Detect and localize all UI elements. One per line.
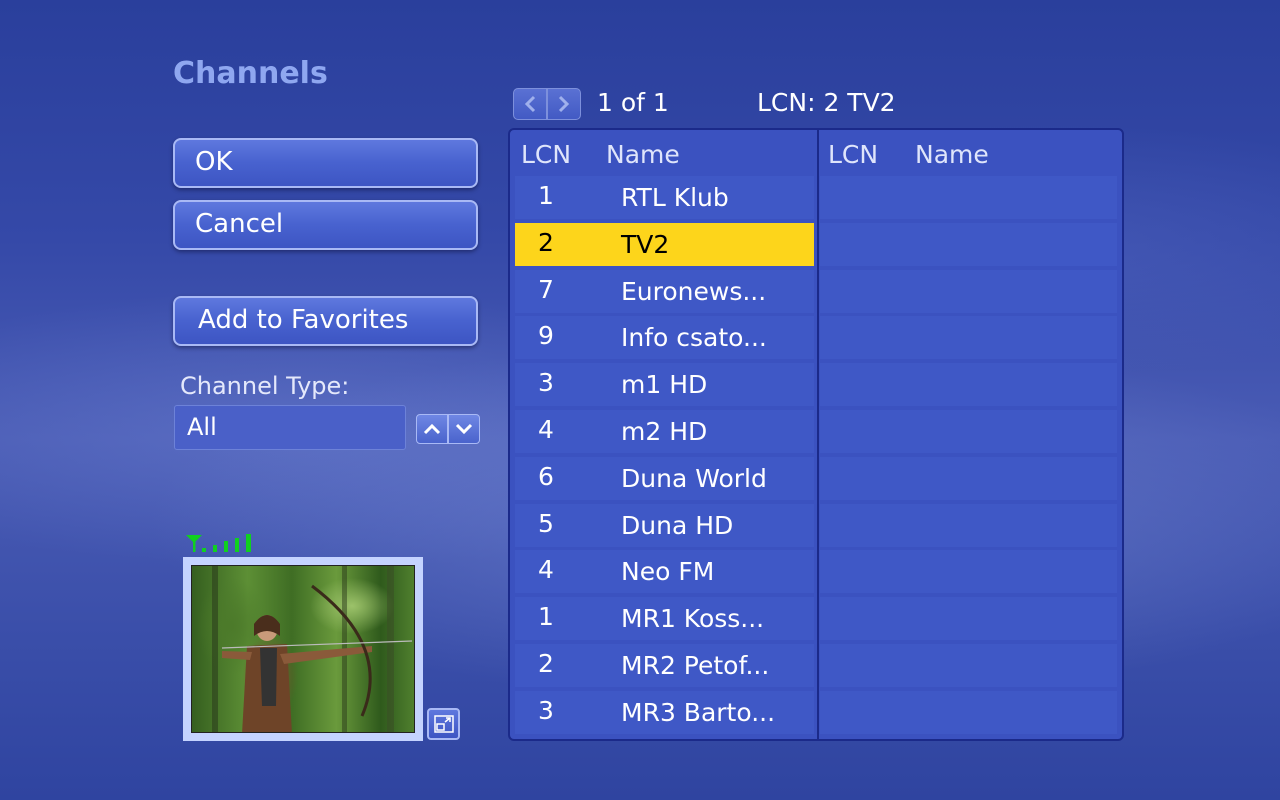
favorites-row-empty[interactable]: [820, 223, 1117, 266]
channel-row[interactable]: 5 Duna HD: [515, 504, 814, 547]
favorites-row-empty[interactable]: [820, 644, 1117, 687]
channel-name: Info csato...: [621, 323, 767, 352]
channel-type-down-button[interactable]: [448, 414, 480, 444]
chevron-right-icon: [558, 95, 570, 113]
favorites-row-empty[interactable]: [820, 270, 1117, 313]
antenna-icon: [186, 535, 202, 552]
fullscreen-button[interactable]: [427, 708, 460, 740]
channel-type-label: Channel Type:: [180, 372, 350, 400]
channel-row[interactable]: 4 m2 HD: [515, 410, 814, 453]
page-indicator: 1 of 1: [597, 88, 669, 117]
prev-page-button[interactable]: [513, 88, 547, 120]
channel-row[interactable]: 9 Info csato...: [515, 316, 814, 359]
favorites-row-empty[interactable]: [820, 316, 1117, 359]
left-name-header: Name: [606, 140, 680, 169]
ok-button[interactable]: OK: [173, 138, 478, 188]
channel-name: m2 HD: [621, 417, 708, 446]
favorites-row-empty[interactable]: [820, 691, 1117, 734]
chevron-down-icon: [455, 423, 473, 435]
signal-strength-indicator: [186, 534, 251, 552]
favorites-row-empty[interactable]: [820, 457, 1117, 500]
favorites-row-empty[interactable]: [820, 410, 1117, 453]
channel-name: Duna World: [621, 464, 767, 493]
channel-row[interactable]: 3 m1 HD: [515, 363, 814, 406]
right-name-header: Name: [915, 140, 989, 169]
channel-name: m1 HD: [621, 370, 708, 399]
channel-name: Neo FM: [621, 557, 715, 586]
channel-name: RTL Klub: [621, 183, 729, 212]
channel-lcn: 1: [538, 181, 554, 210]
favorites-row-empty[interactable]: [820, 504, 1117, 547]
right-lcn-header: LCN: [828, 140, 879, 169]
preview-scene: [212, 566, 413, 732]
channel-name: Euronews...: [621, 277, 767, 306]
expand-icon: [433, 715, 454, 733]
favorites-row-empty[interactable]: [820, 550, 1117, 593]
channel-lcn: 2: [538, 649, 554, 678]
channel-lcn: 9: [538, 321, 554, 350]
channel-name: MR1 Koss...: [621, 604, 765, 633]
channel-name: MR3 Barto...: [621, 698, 776, 727]
channel-lcn: 6: [538, 462, 554, 491]
channel-row[interactable]: 4 Neo FM: [515, 550, 814, 593]
channel-row[interactable]: 6 Duna World: [515, 457, 814, 500]
favorites-row-empty[interactable]: [820, 597, 1117, 640]
next-page-button[interactable]: [547, 88, 581, 120]
channel-lcn: 5: [538, 509, 554, 538]
favorites-row-empty[interactable]: [820, 363, 1117, 406]
live-tv-preview[interactable]: [191, 565, 415, 733]
channel-row[interactable]: 1 MR1 Koss...: [515, 597, 814, 640]
cancel-button[interactable]: Cancel: [173, 200, 478, 250]
channel-name: TV2: [621, 230, 670, 259]
channel-lcn: 1: [538, 602, 554, 631]
column-divider: [817, 130, 819, 739]
channel-name: MR2 Petof...: [621, 651, 770, 680]
channel-row-selected[interactable]: 2 TV2: [515, 223, 814, 266]
chevron-left-icon: [524, 95, 536, 113]
live-preview-frame: [183, 557, 423, 741]
channel-lcn: 7: [538, 275, 554, 304]
pager: [513, 88, 581, 120]
selected-lcn-info: LCN: 2 TV2: [757, 88, 896, 117]
left-lcn-header: LCN: [521, 140, 572, 169]
channel-lcn: 3: [538, 696, 554, 725]
page-title: Channels: [173, 56, 328, 91]
channel-row[interactable]: 3 MR3 Barto...: [515, 691, 814, 734]
channel-lcn: 3: [538, 368, 554, 397]
favorites-row-empty[interactable]: [820, 176, 1117, 219]
chevron-up-icon: [423, 423, 441, 435]
add-to-favorites-button[interactable]: Add to Favorites: [173, 296, 478, 346]
channel-lcn: 2: [538, 228, 554, 257]
channel-type-select[interactable]: All: [174, 405, 406, 450]
channel-row[interactable]: 1 RTL Klub: [515, 176, 814, 219]
channel-lcn: 4: [538, 415, 554, 444]
channel-row[interactable]: 7 Euronews...: [515, 270, 814, 313]
channel-type-up-button[interactable]: [416, 414, 448, 444]
channel-row[interactable]: 2 MR2 Petof...: [515, 644, 814, 687]
channel-lcn: 4: [538, 555, 554, 584]
channel-table: LCN Name LCN Name 1 RTL Klub 2 TV2 7 Euronews…: [508, 128, 1124, 741]
channel-name: Duna HD: [621, 511, 734, 540]
